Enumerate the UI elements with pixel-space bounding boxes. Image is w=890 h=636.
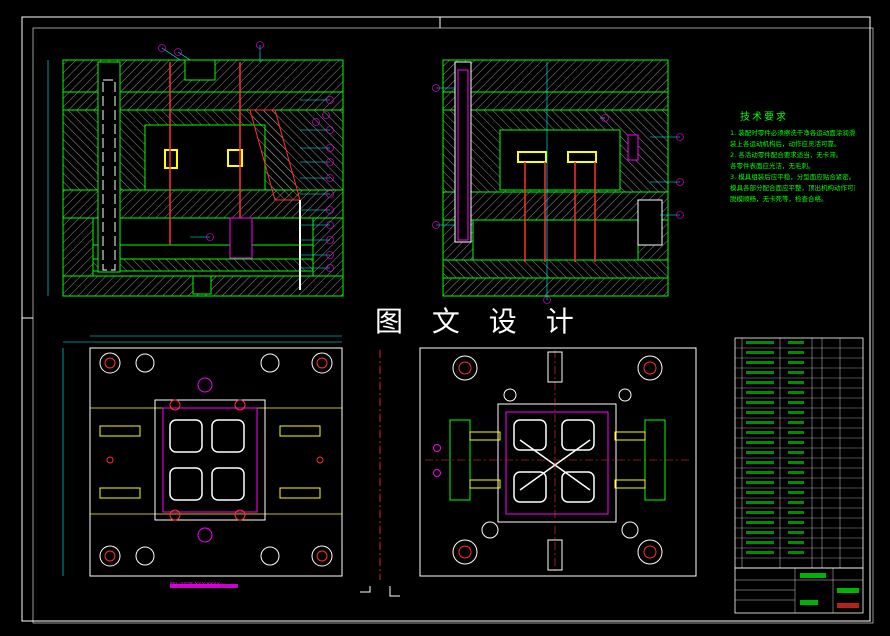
section-view-left — [47, 59, 344, 297]
bom-cell-material — [788, 471, 804, 474]
bom-cell-text — [746, 551, 774, 554]
bom-cell-material — [788, 391, 804, 394]
bom-cell-text — [746, 521, 774, 524]
cad-drawing-sheet: 图 文 设 计 技术要求 1. 装配时零件必须擦洗干净各运动面涂润滑油。 装上各… — [0, 0, 890, 636]
bom-cell-text — [746, 411, 774, 414]
plan-view-right — [419, 347, 697, 577]
bom-cell-text — [746, 361, 774, 364]
bom-cell-material — [788, 411, 804, 414]
tech-note-line: 装上各运动机构后，动作应灵活可靠。 — [730, 140, 841, 148]
tech-note-line: 1. 装配时零件必须擦洗干净各运动面涂润滑油。 — [730, 129, 855, 137]
bom-rows — [735, 341, 863, 559]
bom-cell-material — [788, 371, 804, 374]
bom-cell-text — [746, 461, 774, 464]
bom-cell-material — [788, 401, 804, 404]
bom-cell-material — [788, 511, 804, 514]
bom-cell-material — [788, 531, 804, 534]
bom-cell-material — [788, 381, 804, 384]
bom-cell-material — [788, 431, 804, 434]
bom-cell-material — [788, 461, 804, 464]
tech-note-line: 模具各部分配合面应平整，顶出机构动作可靠。 — [730, 184, 855, 192]
bom-cell-material — [788, 481, 804, 484]
bom-cell-material — [788, 451, 804, 454]
bom-cell-material — [788, 521, 804, 524]
bom-cell-text — [746, 491, 774, 494]
tech-note-line: 各零件表面应光洁，无毛刺。 — [730, 162, 815, 170]
bom-cell-text — [746, 531, 774, 534]
bom-cell-text — [746, 501, 774, 504]
bom-cell-material — [788, 351, 804, 354]
bom-cell-text — [746, 481, 774, 484]
bom-cell-text — [746, 391, 774, 394]
tech-requirements-title: 技术要求 — [740, 112, 788, 123]
bom-cell-material — [788, 441, 804, 444]
bom-cell-material — [788, 551, 804, 554]
bom-cell-text — [746, 381, 774, 384]
plan-view-label: FSL-2025-XXX-XXXX — [170, 582, 221, 588]
bom-cell-text — [746, 431, 774, 434]
bom-cell-material — [788, 491, 804, 494]
tech-note-line: 脱模顺畅，无卡死等，检查合格。 — [730, 195, 828, 203]
bom-cell-material — [788, 541, 804, 544]
bom-cell-text — [746, 441, 774, 444]
title-block — [734, 567, 864, 614]
watermark-text: 图 文 设 计 — [375, 305, 584, 338]
bom-cell-material — [788, 341, 804, 344]
tech-note-line: 2. 各活动零件配合要求适当，无卡滞。 — [730, 151, 843, 159]
bom-cell-text — [746, 541, 774, 544]
bom-cell-text — [746, 341, 774, 344]
bom-cell-material — [788, 501, 804, 504]
bom-cell-material — [788, 421, 804, 424]
plan-view-left — [62, 335, 343, 577]
section-view-right — [442, 59, 669, 300]
bom-cell-material — [788, 361, 804, 364]
tech-note-line: 3. 模具组装后应平稳，分型面应贴合紧密。 — [730, 173, 855, 181]
bom-cell-text — [746, 421, 774, 424]
bom-cell-text — [746, 471, 774, 474]
section-marks — [360, 586, 400, 597]
tech-requirements-notes: 1. 装配时零件必须擦洗干净各运动面涂润滑油。 装上各运动机构后，动作应灵活可靠… — [730, 128, 855, 205]
bom-cell-text — [746, 371, 774, 374]
bom-cell-text — [746, 451, 774, 454]
bom-cell-text — [746, 351, 774, 354]
bom-cell-text — [746, 401, 774, 404]
bom-cell-text — [746, 511, 774, 514]
